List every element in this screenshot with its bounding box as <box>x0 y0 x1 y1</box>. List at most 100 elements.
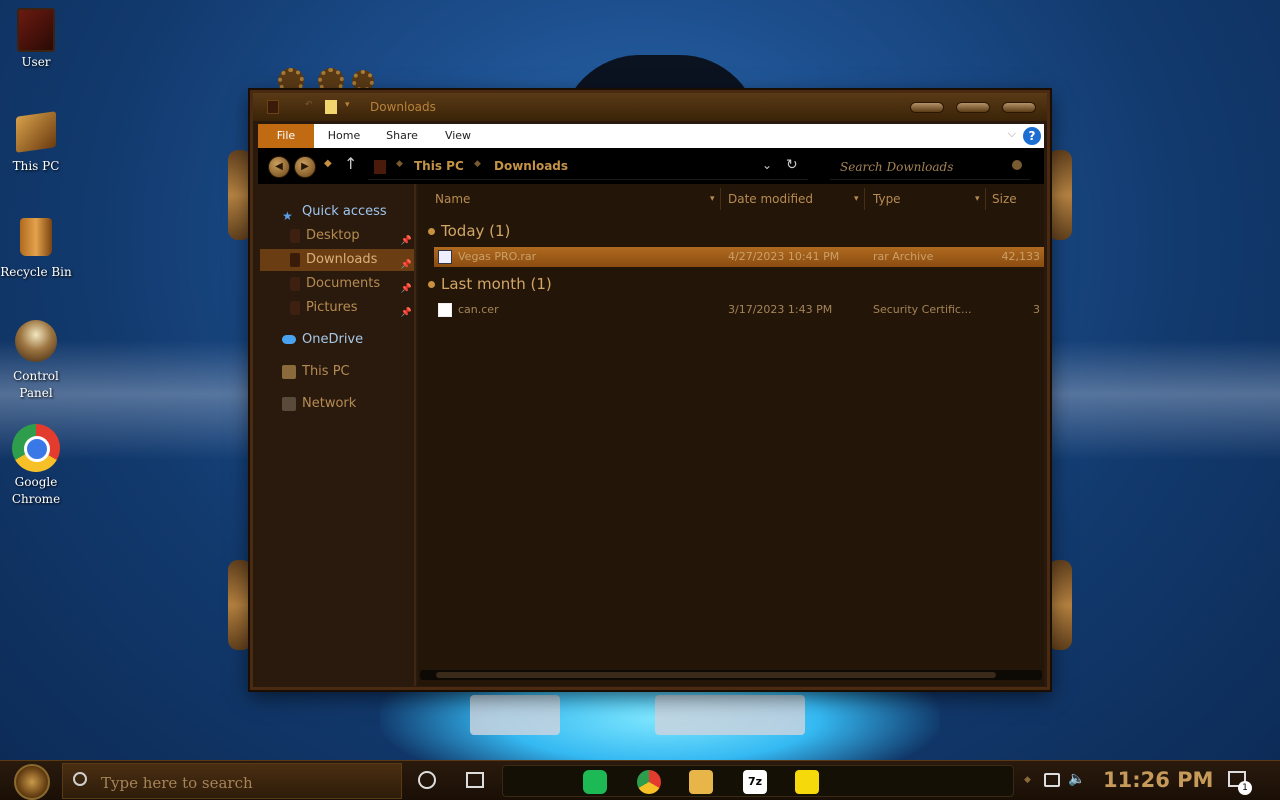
taskbar-search-input[interactable]: Type here to search <box>101 774 253 792</box>
file-name: can.cer <box>458 303 499 316</box>
desktop-icon-label: Recycle Bin <box>0 265 72 279</box>
7zip-icon[interactable]: 7z <box>743 770 767 794</box>
taskbar-clock[interactable]: 11:26 PM <box>1103 768 1213 792</box>
file-explorer-icon[interactable] <box>689 770 713 794</box>
desktop-icon-user[interactable]: User <box>0 8 72 71</box>
wallpaper-key <box>655 695 805 735</box>
chrome-icon[interactable] <box>637 770 661 794</box>
cloud-icon <box>282 335 296 344</box>
nav-documents[interactable]: Documents 📌 <box>290 273 414 295</box>
star-icon: ★ <box>282 208 293 223</box>
desktop-icon-chrome[interactable]: Google Chrome <box>0 424 72 508</box>
undo-icon[interactable]: ↶ <box>305 100 315 114</box>
address-dropdown-icon[interactable]: ⌄ <box>762 158 772 172</box>
up-arrow-icon[interactable]: ↑ <box>344 154 357 173</box>
column-separator[interactable] <box>720 188 721 210</box>
nav-downloads[interactable]: Downloads 📌 <box>260 249 414 271</box>
column-separator[interactable] <box>985 188 986 210</box>
breadcrumb-downloads[interactable]: Downloads <box>494 159 568 173</box>
desktop-icon-label: Google Chrome <box>11 475 61 506</box>
file-date: 3/17/2023 1:43 PM <box>728 303 833 316</box>
nav-pictures[interactable]: Pictures 📌 <box>290 297 414 319</box>
expand-ribbon-icon[interactable]: ⌵ <box>1008 127 1016 141</box>
chevron-right-icon: ◆ <box>474 159 481 169</box>
certificate-file-icon <box>438 303 452 317</box>
chevron-right-icon: ◆ <box>396 159 403 169</box>
search-icon <box>73 772 87 786</box>
pin-icon: 📌 <box>400 308 412 318</box>
recent-locations-icon[interactable]: ◆ <box>324 158 332 169</box>
network-icon <box>282 396 296 411</box>
chrome-icon <box>12 424 60 472</box>
breadcrumb-this-pc[interactable]: This PC <box>414 159 464 173</box>
taskbar-search[interactable]: Type here to search <box>62 763 402 799</box>
maximize-button[interactable] <box>956 102 990 113</box>
notification-count-badge: 1 <box>1238 781 1252 795</box>
file-row[interactable]: Vegas PRO.rar 4/27/2023 10:41 PM rar Arc… <box>434 247 1044 267</box>
nav-desktop[interactable]: Desktop 📌 <box>290 225 414 247</box>
tab-home[interactable]: Home <box>320 124 368 148</box>
window-frame-ornament <box>228 150 252 240</box>
group-header-today[interactable]: Today (1) <box>428 222 510 240</box>
column-separator[interactable] <box>864 188 865 210</box>
column-header-type[interactable]: Type <box>873 188 901 210</box>
documents-icon <box>290 276 300 291</box>
file-name: Vegas PRO.rar <box>458 250 537 263</box>
desktop-icon-recycle-bin[interactable]: Recycle Bin <box>0 218 72 281</box>
volume-muted-icon[interactable]: 🔈 <box>1068 771 1085 787</box>
tab-file[interactable]: File <box>258 124 314 148</box>
chevron-down-icon[interactable]: ▾ <box>345 100 357 114</box>
file-explorer-window: ↶ ▾ Downloads File Home Share View ⌵ ? ◀… <box>250 90 1050 690</box>
network-icon[interactable] <box>1044 773 1060 787</box>
start-button[interactable] <box>14 764 50 800</box>
desktop-icon-this-pc[interactable]: This PC <box>0 111 72 175</box>
search-icon[interactable] <box>1012 160 1022 170</box>
nav-this-pc[interactable]: This PC <box>282 361 350 383</box>
scrollbar-thumb[interactable] <box>436 672 996 678</box>
forward-button[interactable]: ▶ <box>294 156 316 178</box>
spotify-icon[interactable] <box>583 770 607 794</box>
title-bar[interactable]: ↶ ▾ Downloads <box>253 93 1047 121</box>
navigation-bar: ◀ ▶ ◆ ↑ ◆ This PC ◆ Downloads ⌄ ↻ Search… <box>258 148 1044 184</box>
nav-onedrive[interactable]: OneDrive <box>282 329 363 351</box>
tab-view[interactable]: View <box>436 124 480 148</box>
chevron-down-icon[interactable]: ▾ <box>854 188 859 210</box>
tray-expand-icon[interactable]: ◆ <box>1024 775 1031 785</box>
sticky-notes-icon[interactable] <box>795 770 819 794</box>
task-view-icon[interactable] <box>466 772 484 788</box>
address-bar[interactable]: ◆ This PC ◆ Downloads ⌄ ↻ <box>368 152 808 180</box>
control-panel-icon <box>15 320 57 362</box>
horizontal-scrollbar[interactable] <box>420 670 1042 680</box>
group-header-last-month[interactable]: Last month (1) <box>428 275 552 293</box>
back-button[interactable]: ◀ <box>268 156 290 178</box>
group-bullet-icon <box>428 281 435 288</box>
file-date: 4/27/2023 10:41 PM <box>728 250 840 263</box>
close-button[interactable] <box>1002 102 1036 113</box>
desktop-icon-label: This PC <box>12 159 60 173</box>
window-frame-ornament <box>1048 150 1072 240</box>
column-header-name[interactable]: Name <box>435 188 470 210</box>
new-folder-icon[interactable] <box>325 100 337 114</box>
file-row[interactable]: can.cer 3/17/2023 1:43 PM Security Certi… <box>434 300 1044 320</box>
help-icon[interactable]: ? <box>1023 127 1041 145</box>
search-box[interactable]: Search Downloads <box>830 152 1030 180</box>
window-frame-ornament <box>228 560 252 650</box>
chevron-down-icon[interactable]: ▾ <box>710 188 715 210</box>
downloads-icon <box>290 252 300 267</box>
tab-share[interactable]: Share <box>378 124 426 148</box>
search-input[interactable]: Search Downloads <box>840 160 953 174</box>
column-header-date-modified[interactable]: Date modified <box>728 188 813 210</box>
cortana-icon[interactable] <box>418 771 436 789</box>
desktop-icon <box>290 228 300 243</box>
app-icon <box>267 100 279 114</box>
column-header-size[interactable]: Size <box>992 188 1017 210</box>
minimize-button[interactable] <box>910 102 944 113</box>
desktop-icon-label: Control Panel <box>13 369 59 400</box>
nav-quick-access[interactable]: ★ Quick access <box>282 201 387 223</box>
desktop-icon-control-panel[interactable]: Control Panel <box>0 320 72 402</box>
window-title: Downloads <box>370 100 436 114</box>
group-bullet-icon <box>428 228 435 235</box>
nav-network[interactable]: Network <box>282 393 356 415</box>
chevron-down-icon[interactable]: ▾ <box>975 188 980 210</box>
refresh-icon[interactable]: ↻ <box>786 157 798 173</box>
